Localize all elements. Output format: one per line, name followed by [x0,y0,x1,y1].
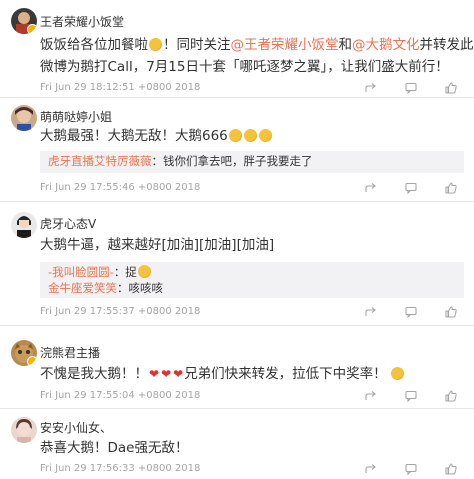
timestamp: Fri Jun 29 17:56:33 +0800 2018 [40,463,201,474]
avatar[interactable] [11,8,37,34]
reply-text: ：钱你们拿去吧，胖子我要走了 [151,154,313,168]
timestamp: Fri Jun 29 18:12:51 +0800 2018 [40,82,201,93]
heart-icon: ❤ [173,367,184,381]
mention-link[interactable]: @大鹅文化 [352,37,420,53]
comment-icon[interactable] [405,390,417,402]
comment-text: 饭饭给各位加餐啦 ！同时关注@王者荣耀小饭堂和@大鹅文化并转发此 [40,37,474,53]
username[interactable]: 虎牙心态V [40,216,96,232]
avatar[interactable] [11,212,37,238]
timestamp: Fri Jun 29 17:55:04 +0800 2018 [40,390,201,401]
reply-username[interactable]: 金牛座爱笑笑 [48,281,117,295]
like-icon[interactable] [445,82,457,94]
emoji-icon [137,265,151,278]
avatar[interactable] [11,340,37,366]
comment-text: 恭喜大鹅！Dae强无敌！ [40,440,189,456]
divider [0,201,474,202]
divider [0,325,474,326]
timestamp: Fri Jun 29 17:55:37 +0800 2018 [40,306,201,317]
timestamp: Fri Jun 29 17:55:46 +0800 2018 [40,182,201,193]
comment-text: 不愧是我大鹅！！❤ ❤ ❤兄弟们快来转发，拉低下中奖率！ [40,363,405,385]
emoji-icon [243,129,257,142]
username[interactable]: 安安小仙女、 [40,420,112,436]
forward-icon[interactable] [365,463,377,475]
comment-icon[interactable] [405,182,417,194]
comment-text: 大鹅牛逼，越来越好[加油][加油][加油] [40,237,275,253]
heart-icon: ❤ [161,367,172,381]
mention-link[interactable]: @王者荣耀小饭堂 [231,37,339,53]
username[interactable]: 王者荣耀小饭堂 [40,14,124,30]
username[interactable]: 萌萌哒婷小姐 [40,109,112,125]
reply-text: ：咳咳咳 [117,281,163,295]
forward-icon[interactable] [365,390,377,402]
comment-icon[interactable] [405,306,417,318]
username[interactable]: 浣熊君主播 [40,345,100,361]
comment-text-line2: 微博为鹅打Call，7月15日十套「哪吒逐梦之翼」，让我们盛大前行！ [40,59,449,75]
like-icon[interactable] [445,390,457,402]
like-icon[interactable] [445,463,457,475]
emoji-icon [390,367,404,380]
reply-item: -我叫脸圆圆-：捉 [40,264,464,281]
reply-username[interactable]: 虎牙直播艾特厉薇薇 [48,154,152,168]
emoji-icon [228,129,242,142]
comment-icon[interactable] [405,82,417,94]
reply-item: 虎牙直播艾特厉薇薇：钱你们拿去吧，胖子我要走了 [40,153,464,170]
forward-icon[interactable] [365,306,377,318]
comment-text: 大鹅最强！大鹅无敌！大鹅666 [40,125,273,147]
reply-box: -我叫脸圆圆-：捉 金牛座爱笑笑：咳咳咳 [40,262,464,298]
avatar[interactable] [11,105,37,131]
reply-box: 虎牙直播艾特厉薇薇：钱你们拿去吧，胖子我要走了 [40,151,464,173]
emoji-icon [258,129,272,142]
divider [0,408,474,409]
emoji-icon [149,38,162,51]
comment-icon[interactable] [405,463,417,475]
forward-icon[interactable] [365,82,377,94]
avatar[interactable] [11,417,37,443]
divider [0,97,474,98]
reply-item: 金牛座爱笑笑：咳咳咳 [40,280,464,297]
like-icon[interactable] [445,306,457,318]
reply-text: ：捉 [113,265,137,279]
forward-icon[interactable] [365,182,377,194]
like-icon[interactable] [445,182,457,194]
reply-username[interactable]: -我叫脸圆圆- [48,265,114,279]
heart-icon: ❤ [149,367,160,381]
